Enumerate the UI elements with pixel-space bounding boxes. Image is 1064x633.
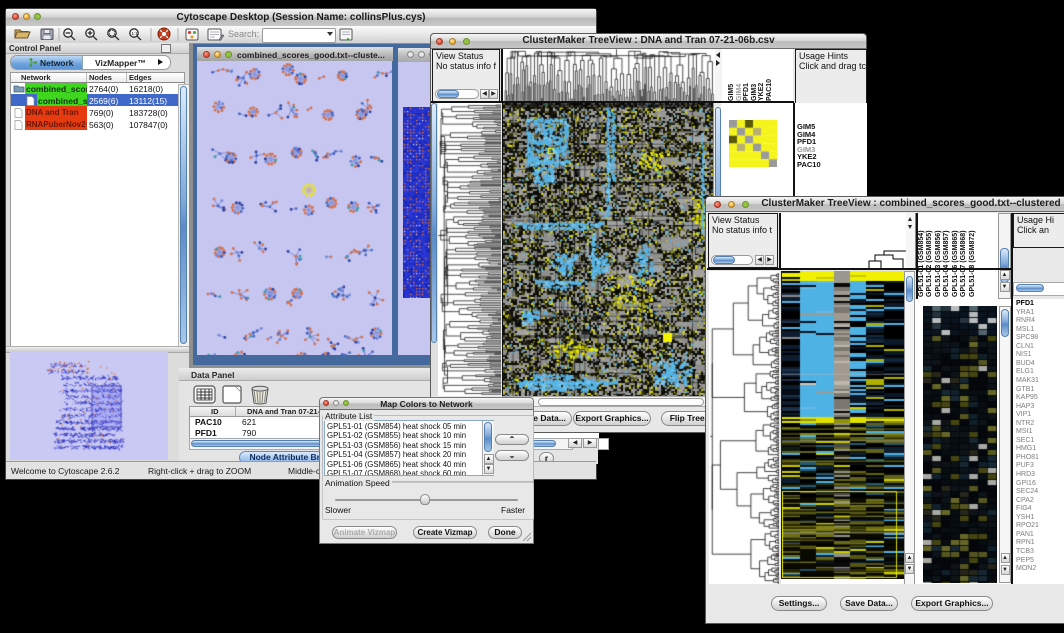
svg-text:1:1: 1:1 bbox=[132, 31, 139, 36]
